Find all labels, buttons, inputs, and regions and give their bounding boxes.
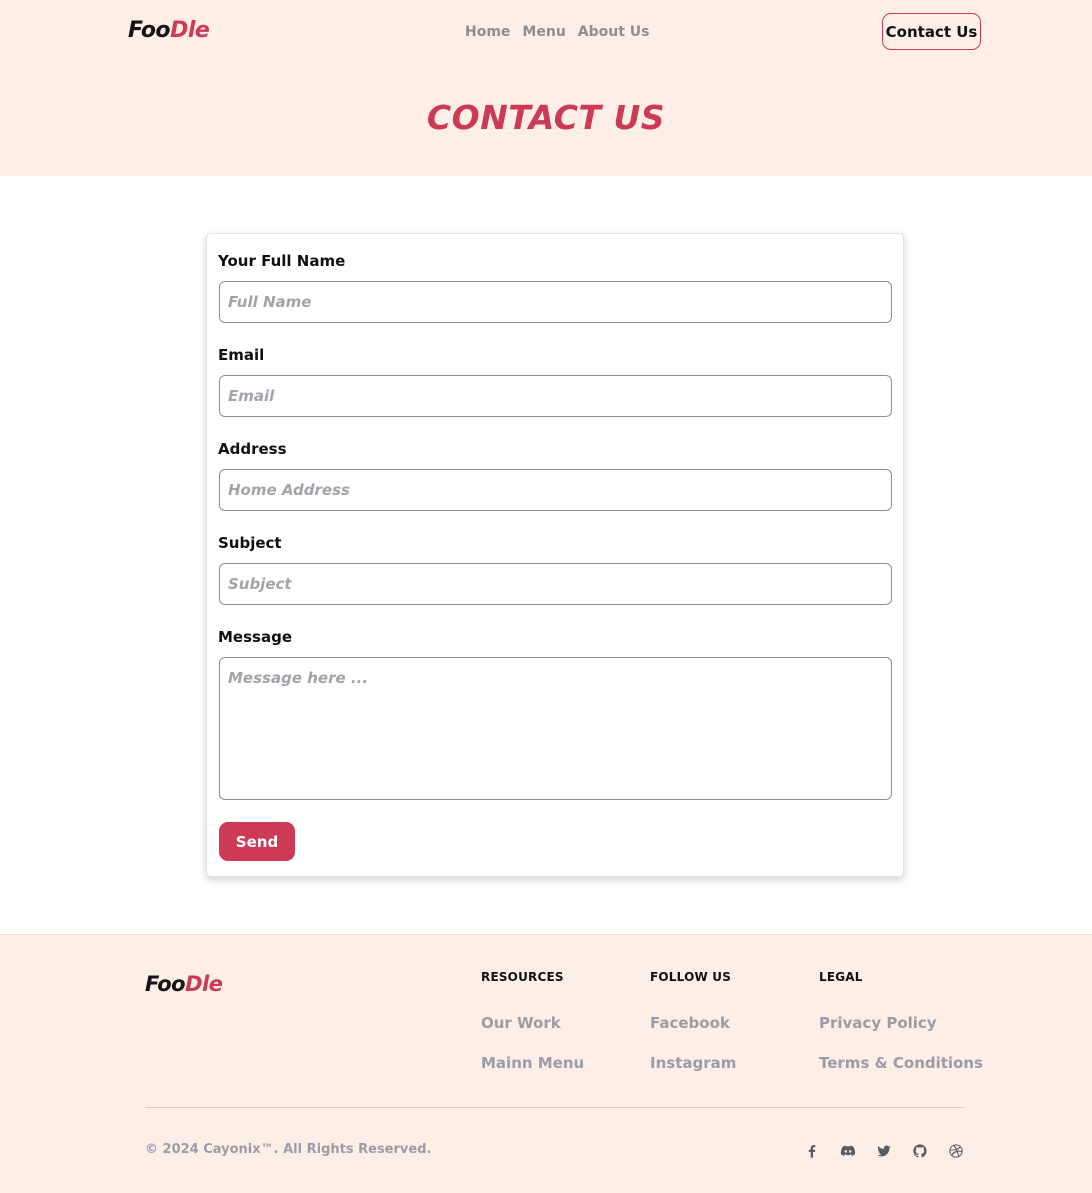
- terms-link[interactable]: Terms & Conditions: [819, 1054, 983, 1072]
- email-label: Email: [218, 346, 265, 364]
- footer-legal-column: LEGAL Privacy Policy Terms & Conditions: [819, 970, 983, 1072]
- message-textarea[interactable]: [219, 657, 892, 800]
- footer-brand-logo[interactable]: FooDle: [145, 972, 223, 996]
- brand-logo-part2: Dle: [170, 18, 210, 43]
- page-title: CONTACT US: [426, 98, 666, 137]
- footer-follow-column: FOLLOW US Facebook Instagram: [650, 970, 736, 1072]
- our-work-link[interactable]: Our Work: [481, 1014, 561, 1032]
- address-input[interactable]: [219, 469, 892, 511]
- contact-form: Your Full Name Email Address Subject Mes…: [206, 233, 904, 877]
- full-name-label: Your Full Name: [218, 252, 346, 270]
- discord-icon[interactable]: [838, 1141, 858, 1161]
- instagram-link[interactable]: Instagram: [650, 1054, 736, 1072]
- contact-us-button[interactable]: Contact Us: [882, 13, 981, 50]
- message-label: Message: [218, 628, 292, 646]
- nav-menu-link[interactable]: Menu: [522, 24, 565, 40]
- nav-about-link[interactable]: About Us: [578, 24, 650, 40]
- brand-logo-part1: Foo: [128, 18, 171, 43]
- footer-logo-part1: Foo: [145, 972, 186, 996]
- privacy-policy-link[interactable]: Privacy Policy: [819, 1014, 937, 1032]
- main-nav: Home Menu About Us: [465, 24, 650, 40]
- site-footer: FooDle RESOURCES Our Work Mainn Menu FOL…: [0, 934, 1092, 1193]
- main-menu-link[interactable]: Mainn Menu: [481, 1054, 584, 1072]
- address-label: Address: [218, 440, 287, 458]
- resources-heading: RESOURCES: [481, 970, 564, 984]
- email-input[interactable]: [219, 375, 892, 417]
- copyright-text: © 2024 Cayonix™. All Rights Reserved.: [145, 1142, 432, 1157]
- footer-logo-part2: Dle: [185, 972, 223, 996]
- facebook-link[interactable]: Facebook: [650, 1014, 730, 1032]
- github-icon[interactable]: [910, 1141, 930, 1161]
- legal-heading: LEGAL: [819, 970, 863, 984]
- send-button[interactable]: Send: [219, 822, 295, 861]
- twitter-icon[interactable]: [874, 1141, 894, 1161]
- footer-divider: [145, 1107, 964, 1108]
- footer-resources-column: RESOURCES Our Work Mainn Menu: [481, 970, 584, 1072]
- dribbble-icon[interactable]: [946, 1141, 966, 1161]
- subject-label: Subject: [218, 534, 282, 552]
- social-links: [802, 1141, 966, 1161]
- brand-logo[interactable]: FooDle: [128, 18, 210, 43]
- full-name-input[interactable]: [219, 281, 892, 323]
- facebook-icon[interactable]: [802, 1141, 822, 1161]
- site-header: FooDle Home Menu About Us Contact Us CON…: [0, 0, 1092, 176]
- follow-heading: FOLLOW US: [650, 970, 732, 984]
- subject-input[interactable]: [219, 563, 892, 605]
- nav-home-link[interactable]: Home: [465, 24, 510, 40]
